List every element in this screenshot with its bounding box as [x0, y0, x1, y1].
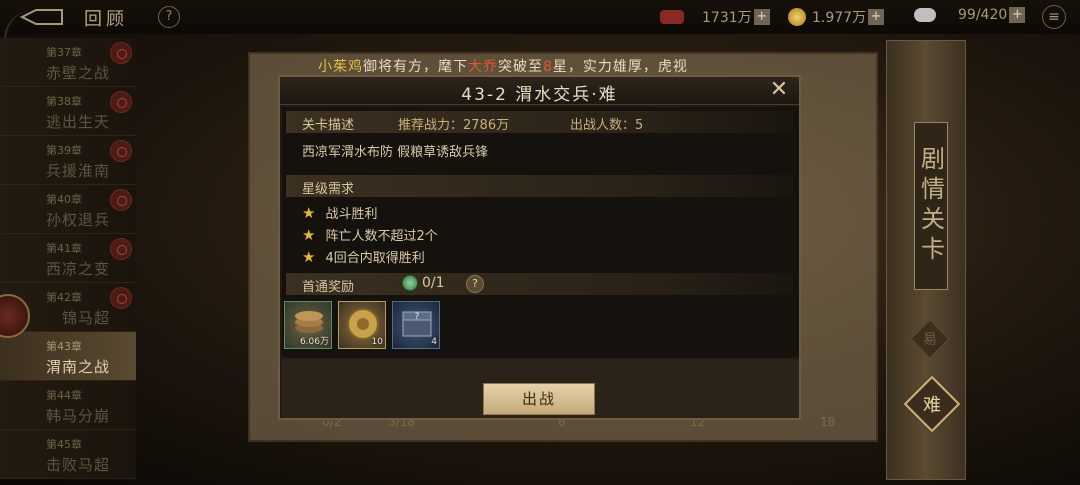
chapter-item[interactable]: 第41章 西凉之变 — [0, 234, 136, 283]
star-icon: ★ — [302, 204, 316, 222]
requirement-text: 阵亡人数不超过2个 — [325, 229, 438, 244]
reward-item[interactable]: 6.06万 — [284, 301, 332, 349]
reward-qty: 10 — [371, 337, 383, 347]
svg-text:?: ? — [415, 312, 420, 322]
chapter-number: 第42章 — [46, 291, 82, 304]
reward-item[interactable]: 10 — [338, 301, 386, 349]
chapter-item[interactable]: 第39章 兵援淮南 — [0, 136, 136, 185]
star-icon: ★ — [302, 248, 316, 266]
first-clear-bar: 首通奖励 0/1 ? — [286, 273, 794, 295]
mystery-box-icon: ? — [402, 311, 432, 337]
hard-label: 难 — [923, 395, 941, 416]
resource-value: 1731万 — [702, 10, 752, 26]
close-icon[interactable]: ✕ — [767, 79, 791, 103]
add-ticket-button[interactable]: + — [753, 9, 770, 25]
chapter-name: 赤壁之战 — [46, 64, 111, 82]
resource-ticket: 1731万 + — [660, 7, 770, 27]
chapter-number: 第40章 — [46, 193, 82, 206]
milestone-18: 18 — [820, 415, 836, 429]
seal-icon — [110, 238, 132, 260]
star-icon: ★ — [302, 226, 316, 244]
add-coin-button[interactable]: + — [868, 9, 885, 25]
banner-stars: 8 — [543, 59, 553, 75]
resource-value: 99/420 — [958, 7, 1008, 23]
help-button[interactable]: ? — [158, 6, 180, 28]
chapter-name: 兵援淮南 — [46, 162, 111, 180]
chapter-name: 逃出生天 — [46, 113, 111, 131]
reward-qty: 4 — [431, 337, 437, 347]
reward-item[interactable]: ? 4 — [392, 301, 440, 349]
chapter-item[interactable]: 第37章 赤壁之战 — [0, 38, 136, 87]
deploy-count: 出战人数：5 — [570, 118, 644, 133]
banner-player: 小茱鸡 — [318, 59, 363, 75]
first-clear-progress: 0/1 — [402, 275, 445, 291]
first-clear-label: 首通奖励 — [302, 280, 355, 295]
chapter-number: 第38章 — [46, 95, 82, 108]
top-bar: 回顾 ? 1731万 + 1.977万 + 99/420 + ≡ — [0, 0, 1080, 34]
requirement-item: ★ 4回合内取得胜利 — [302, 247, 425, 266]
banner-text: 星，实力雄厚，虎视 — [552, 59, 688, 75]
jade-icon — [402, 275, 418, 291]
broadcast-banner: 小茱鸡御将有方，麾下大乔突破至8星，实力雄厚，虎视 — [318, 56, 688, 76]
star-req-bar: 星级需求 — [286, 175, 794, 197]
chapter-item[interactable]: 第44章 韩马分崩 — [0, 381, 136, 430]
seal-icon — [110, 189, 132, 211]
chapter-name: 渭南之战 — [46, 358, 111, 376]
chapter-name: 韩马分崩 — [46, 407, 111, 425]
ticket-icon — [660, 10, 684, 24]
easy-label: 易 — [923, 332, 937, 348]
modal-header: 43-2 渭水交兵·难 ✕ — [280, 77, 799, 105]
chapter-item-active[interactable]: 第43章 渭南之战 — [0, 332, 136, 381]
add-stamina-button[interactable]: + — [1009, 7, 1026, 23]
coin-stack-icon — [295, 311, 323, 333]
banner-text: 御将有方，麾下 — [363, 59, 468, 75]
chapter-number: 第44章 — [46, 389, 82, 402]
chapter-number: 第45章 — [46, 438, 82, 451]
modal-footer: 出战 — [282, 359, 799, 418]
seal-icon — [110, 42, 132, 64]
stage-desc-bar: 关卡描述 推荐战力：2786万 出战人数：5 — [286, 111, 794, 133]
stage-desc-label: 关卡描述 — [302, 118, 355, 133]
chapter-number: 第41章 — [46, 242, 82, 255]
chapter-number: 第43章 — [46, 340, 82, 353]
page-title: 回顾 — [84, 9, 128, 30]
requirement-text: 4回合内取得胜利 — [325, 251, 425, 266]
chapter-item[interactable]: 第38章 逃出生天 — [0, 87, 136, 136]
chapter-name: 孙权退兵 — [46, 211, 111, 229]
progress-text: 0/1 — [422, 275, 445, 291]
stage-detail-modal: 43-2 渭水交兵·难 ✕ 关卡描述 推荐战力：2786万 出战人数：5 西凉军… — [278, 75, 801, 420]
story-stages-title: 剧情关卡 — [914, 122, 948, 290]
seal-icon — [110, 287, 132, 309]
star-req-label: 星级需求 — [302, 182, 355, 197]
stage-description: 西凉军渭水布防 假粮草诱敌兵锋 — [302, 145, 489, 160]
seal-icon — [110, 140, 132, 162]
stamina-cloud-icon — [914, 8, 936, 22]
requirement-item: ★ 阵亡人数不超过2个 — [302, 225, 438, 244]
fight-button[interactable]: 出战 — [483, 383, 595, 415]
requirement-text: 战斗胜利 — [325, 207, 378, 222]
resource-coin: 1.977万 + — [782, 7, 885, 27]
chapter-number: 第39章 — [46, 144, 82, 157]
banner-hero: 大乔 — [468, 59, 498, 75]
chapter-item[interactable]: 第45章 击败马超 — [0, 430, 136, 479]
resource-value: 1.977万 — [812, 10, 867, 26]
chapter-item[interactable]: 第40章 孙权退兵 — [0, 185, 136, 234]
requirement-item: ★ 战斗胜利 — [302, 203, 377, 222]
chapter-list: 第37章 赤壁之战 第38章 逃出生天 第39章 兵援淮南 第40章 孙权退兵 … — [0, 34, 136, 485]
chapter-name: 锦马超 — [62, 309, 111, 327]
chapter-name: 西凉之变 — [46, 260, 111, 278]
chapter-number: 第37章 — [46, 46, 82, 59]
menu-button[interactable]: ≡ — [1042, 5, 1066, 29]
recommended-power: 推荐战力：2786万 — [398, 118, 510, 133]
copper-coin-icon — [788, 8, 806, 26]
reward-qty: 6.06万 — [299, 337, 329, 347]
banner-text: 突破至 — [498, 59, 543, 75]
reward-help-button[interactable]: ? — [466, 275, 484, 293]
seal-icon — [110, 91, 132, 113]
resource-stamina: 99/420 + — [908, 7, 1026, 23]
chapter-name: 击败马超 — [46, 456, 111, 474]
modal-title: 43-2 渭水交兵·难 — [461, 85, 618, 105]
